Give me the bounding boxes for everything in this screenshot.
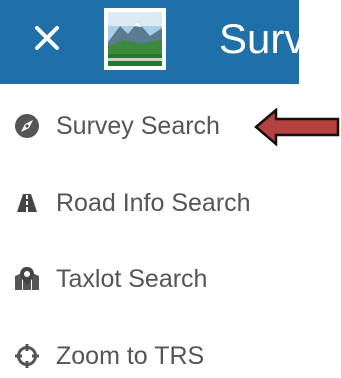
road-icon [17, 194, 37, 212]
pointer-arrow-icon [254, 108, 340, 146]
menu-item-label: Road Info Search [56, 188, 251, 217]
app-header: Surv [0, 0, 299, 84]
menu-item-label: Taxlot Search [56, 264, 208, 293]
menu-item-label: Zoom to TRS [56, 341, 205, 370]
menu-item-survey-search[interactable]: Survey Search [0, 104, 250, 148]
app-title: Surv [219, 15, 299, 62]
compass-icon [15, 114, 39, 138]
crosshair-icon [15, 344, 39, 368]
landscape-logo [104, 8, 166, 70]
menu-item-zoom-to-trs[interactable]: Zoom to TRS [0, 334, 240, 378]
map-marker-icon [15, 267, 39, 290]
menu-item-label: Survey Search [56, 111, 220, 140]
menu-item-taxlot-search[interactable]: Taxlot Search [0, 257, 245, 301]
menu-item-road-info-search[interactable]: Road Info Search [0, 181, 290, 225]
close-icon[interactable] [27, 18, 67, 58]
